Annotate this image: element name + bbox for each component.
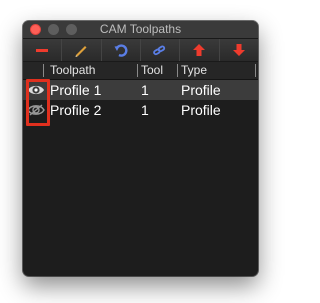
arrow-up-icon	[193, 44, 206, 56]
highlight-box	[26, 79, 50, 126]
cam-toolpaths-window: CAM Toolpaths Toolpath Tool Type Profile…	[23, 21, 258, 276]
toolpath-name: Profile 1	[50, 82, 102, 98]
table-header: Toolpath Tool Type	[23, 62, 258, 80]
title-bar[interactable]: CAM Toolpaths	[23, 21, 258, 39]
table-row[interactable]: Profile 1 1 Profile	[23, 80, 258, 100]
pencil-icon	[75, 46, 87, 57]
window-title: CAM Toolpaths	[99, 22, 182, 36]
minus-icon	[36, 49, 49, 52]
column-header-type[interactable]: Type	[181, 63, 207, 77]
link-toolpath-button[interactable]	[140, 39, 181, 61]
link-icon	[153, 45, 166, 56]
move-down-button[interactable]	[219, 39, 258, 61]
tool-number: 1	[141, 82, 149, 98]
toolpath-type: Profile	[181, 102, 221, 118]
edit-toolpath-button[interactable]	[62, 39, 102, 61]
arrow-down-icon	[232, 44, 245, 56]
column-separator[interactable]	[177, 64, 178, 77]
table-row[interactable]: Profile 2 1 Profile	[23, 100, 258, 120]
remove-toolpath-button[interactable]	[23, 39, 63, 61]
move-up-button[interactable]	[180, 39, 220, 61]
toolpath-name: Profile 2	[50, 102, 102, 118]
column-header-tool[interactable]: Tool	[141, 63, 163, 77]
refresh-icon	[114, 44, 128, 57]
column-separator[interactable]	[43, 64, 44, 77]
toolbar	[23, 39, 258, 62]
tool-number: 1	[141, 102, 149, 118]
column-separator[interactable]	[137, 64, 138, 77]
column-separator[interactable]	[255, 64, 256, 77]
toolpath-type: Profile	[181, 82, 221, 98]
recalculate-button[interactable]	[101, 39, 141, 61]
column-header-toolpath[interactable]: Toolpath	[50, 63, 95, 77]
